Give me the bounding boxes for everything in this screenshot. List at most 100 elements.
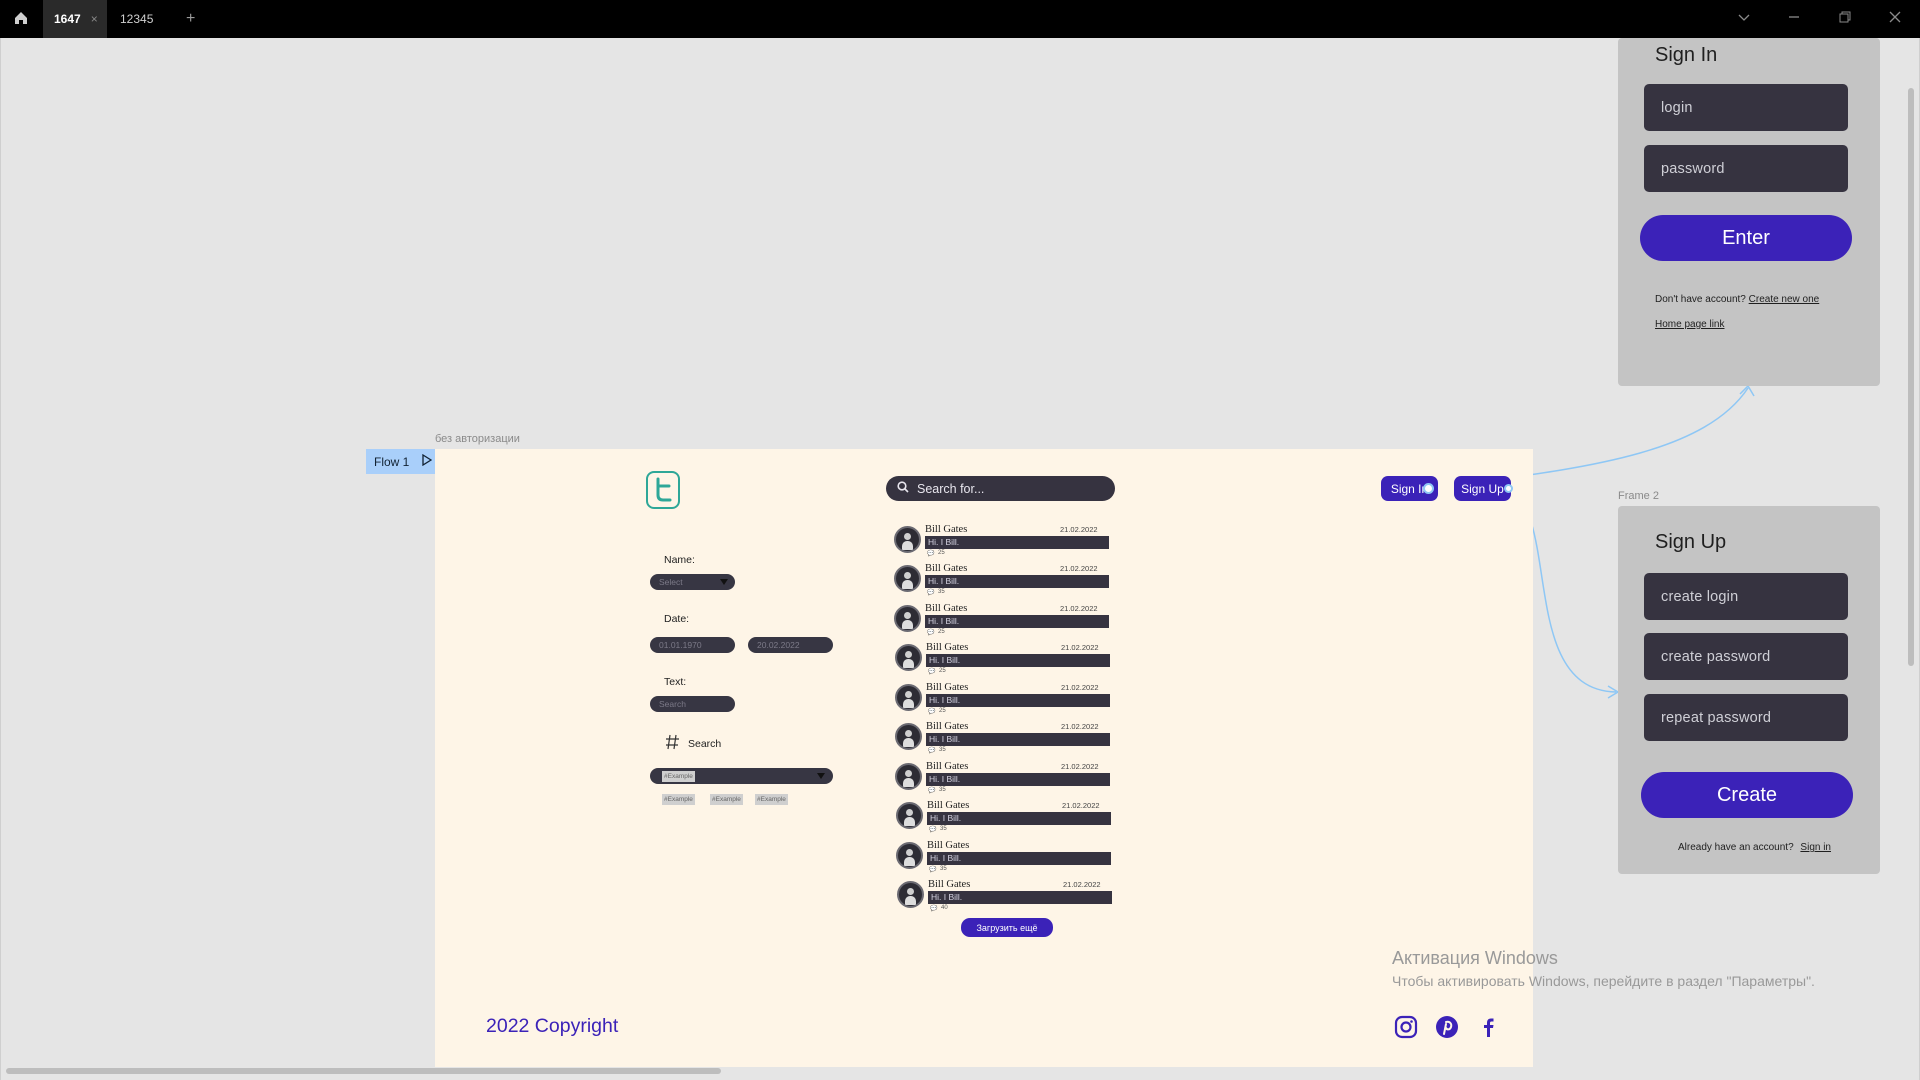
repeat-password-input[interactable]: repeat password bbox=[1644, 694, 1848, 741]
post-date: 21.02.2022 bbox=[1063, 880, 1101, 889]
title-bar: 1647 × 12345 + bbox=[0, 0, 1920, 38]
hashtag-icon bbox=[665, 734, 680, 755]
login-input[interactable]: login bbox=[1644, 84, 1848, 131]
close-window-icon[interactable] bbox=[1888, 10, 1902, 27]
post-text: Hi. I Bill. bbox=[926, 773, 1110, 786]
post-author: Bill Gates bbox=[927, 800, 970, 811]
post-text: Hi. I Bill. bbox=[926, 733, 1110, 746]
post-author: Bill Gates bbox=[925, 563, 968, 574]
twitter-logo-icon[interactable] bbox=[646, 471, 680, 509]
sign-in-title: Sign In bbox=[1655, 44, 1718, 66]
post-text: Hi. I Bill. bbox=[925, 536, 1109, 549]
comment-count: 35 bbox=[939, 747, 946, 753]
search-placeholder: Search for... bbox=[917, 481, 985, 496]
play-icon[interactable] bbox=[422, 453, 433, 469]
copyright-text: 2022 Copyright bbox=[486, 1015, 619, 1037]
post-item[interactable]: Bill Gates 21.02.2022 Hi. I Bill. 💬 35 bbox=[895, 721, 1115, 755]
text-search-input[interactable]: Search bbox=[650, 696, 735, 712]
post-item[interactable]: Bill Gates 21.02.2022 Hi. I Bill. 💬 35 bbox=[894, 563, 1114, 597]
search-input[interactable]: Search for... bbox=[886, 476, 1115, 501]
post-item[interactable]: Bill Gates 21.02.2022 Hi. I Bill. 💬 25 bbox=[894, 524, 1114, 558]
post-date: 21.02.2022 bbox=[1062, 801, 1100, 810]
chevron-down-icon[interactable] bbox=[1737, 10, 1751, 27]
comment-count: 35 bbox=[939, 787, 946, 793]
date-to-input[interactable]: 20.02.2022 bbox=[748, 637, 833, 653]
sign-up-button[interactable]: Sign Up bbox=[1454, 476, 1511, 501]
connector-handle[interactable] bbox=[1504, 484, 1513, 493]
create-account-link[interactable]: Create new one bbox=[1749, 294, 1820, 305]
date-label: Date: bbox=[664, 613, 690, 625]
home-icon[interactable] bbox=[12, 9, 32, 29]
post-author: Bill Gates bbox=[926, 682, 969, 693]
post-date: 21.02.2022 bbox=[1061, 643, 1099, 652]
search-icon bbox=[897, 481, 917, 496]
frame-label[interactable]: Frame 2 bbox=[1618, 490, 1659, 502]
horizontal-scrollbar[interactable] bbox=[6, 1068, 721, 1074]
tag-chip[interactable]: #Example bbox=[710, 794, 743, 805]
frame-label[interactable]: без авторизации bbox=[435, 433, 520, 445]
post-text: Hi. I Bill. bbox=[927, 852, 1111, 865]
minimize-icon[interactable] bbox=[1787, 10, 1801, 27]
load-more-button[interactable]: Загрузить ещё bbox=[961, 918, 1053, 937]
name-select-value: Select bbox=[659, 577, 683, 587]
password-input[interactable]: password bbox=[1644, 145, 1848, 192]
post-item[interactable]: Bill Gates Hi. I Bill. 💬 35 bbox=[896, 840, 1116, 874]
hashtag-search-label: Search bbox=[688, 738, 722, 750]
comment-count: 35 bbox=[938, 589, 945, 595]
comment-icon: 💬 bbox=[927, 630, 935, 636]
plus-icon[interactable]: + bbox=[186, 10, 195, 28]
post-item[interactable]: Bill Gates 21.02.2022 Hi. I Bill. 💬 35 bbox=[895, 761, 1115, 795]
tag-chip[interactable]: #Example bbox=[662, 794, 695, 805]
restore-icon[interactable] bbox=[1838, 10, 1852, 27]
post-date: 21.02.2022 bbox=[1061, 683, 1099, 692]
chevron-down-icon bbox=[720, 578, 728, 588]
create-button[interactable]: Create bbox=[1641, 772, 1853, 818]
date-from-input[interactable]: 01.01.1970 bbox=[650, 637, 735, 653]
sign-in-link[interactable]: Sign in bbox=[1800, 842, 1831, 853]
post-item[interactable]: Bill Gates 21.02.2022 Hi. I Bill. 💬 25 bbox=[895, 682, 1115, 716]
post-author: Bill Gates bbox=[926, 721, 969, 732]
tab-1647[interactable]: 1647 × bbox=[43, 0, 107, 38]
tab-label: 12345 bbox=[120, 12, 154, 26]
comment-count: 35 bbox=[940, 826, 947, 832]
flow-badge[interactable]: Flow 1 bbox=[366, 449, 435, 474]
instagram-icon[interactable] bbox=[1394, 1015, 1418, 1039]
main-frame: Search for... Sign In Sign Up Name: Sele… bbox=[435, 449, 1533, 1067]
post-date: 21.02.2022 bbox=[1061, 762, 1099, 771]
comment-icon: 💬 bbox=[929, 867, 937, 873]
avatar bbox=[895, 644, 922, 671]
avatar bbox=[894, 526, 921, 553]
avatar bbox=[896, 842, 923, 869]
tag-chip[interactable]: #Example bbox=[755, 794, 788, 805]
tab-label: 1647 bbox=[54, 12, 81, 26]
post-item[interactable]: Bill Gates 21.02.2022 Hi. I Bill. 💬 25 bbox=[894, 603, 1114, 637]
name-select[interactable]: Select bbox=[650, 574, 735, 590]
tag-select-value: #Example bbox=[662, 770, 695, 782]
post-date: 21.02.2022 bbox=[1060, 604, 1098, 613]
close-icon[interactable]: × bbox=[91, 12, 98, 26]
post-item[interactable]: Bill Gates 21.02.2022 Hi. I Bill. 💬 25 bbox=[895, 642, 1115, 676]
name-label: Name: bbox=[664, 554, 695, 566]
comment-count: 25 bbox=[939, 668, 946, 674]
create-password-input[interactable]: create password bbox=[1644, 633, 1848, 680]
vertical-scrollbar[interactable] bbox=[1908, 88, 1914, 666]
create-login-input[interactable]: create login bbox=[1644, 573, 1848, 620]
post-text: Hi. I Bill. bbox=[928, 891, 1112, 904]
pinterest-icon[interactable] bbox=[1435, 1015, 1459, 1039]
connector-handle[interactable] bbox=[1423, 483, 1434, 494]
post-author: Bill Gates bbox=[926, 642, 969, 653]
post-item[interactable]: Bill Gates 21.02.2022 Hi. I Bill. 💬 40 bbox=[897, 879, 1117, 913]
post-item[interactable]: Bill Gates 21.02.2022 Hi. I Bill. 💬 35 bbox=[896, 800, 1116, 834]
post-text: Hi. I Bill. bbox=[925, 575, 1109, 588]
tag-select[interactable]: #Example bbox=[650, 768, 833, 784]
facebook-icon[interactable] bbox=[1476, 1015, 1500, 1039]
post-author: Bill Gates bbox=[925, 603, 968, 614]
tab-12345[interactable]: 12345 bbox=[120, 0, 180, 38]
enter-button[interactable]: Enter bbox=[1640, 215, 1852, 261]
post-text: Hi. I Bill. bbox=[926, 654, 1110, 667]
post-text: Hi. I Bill. bbox=[926, 694, 1110, 707]
avatar bbox=[894, 565, 921, 592]
post-author: Bill Gates bbox=[925, 524, 968, 535]
post-author: Bill Gates bbox=[926, 761, 969, 772]
home-page-link[interactable]: Home page link bbox=[1655, 319, 1724, 330]
